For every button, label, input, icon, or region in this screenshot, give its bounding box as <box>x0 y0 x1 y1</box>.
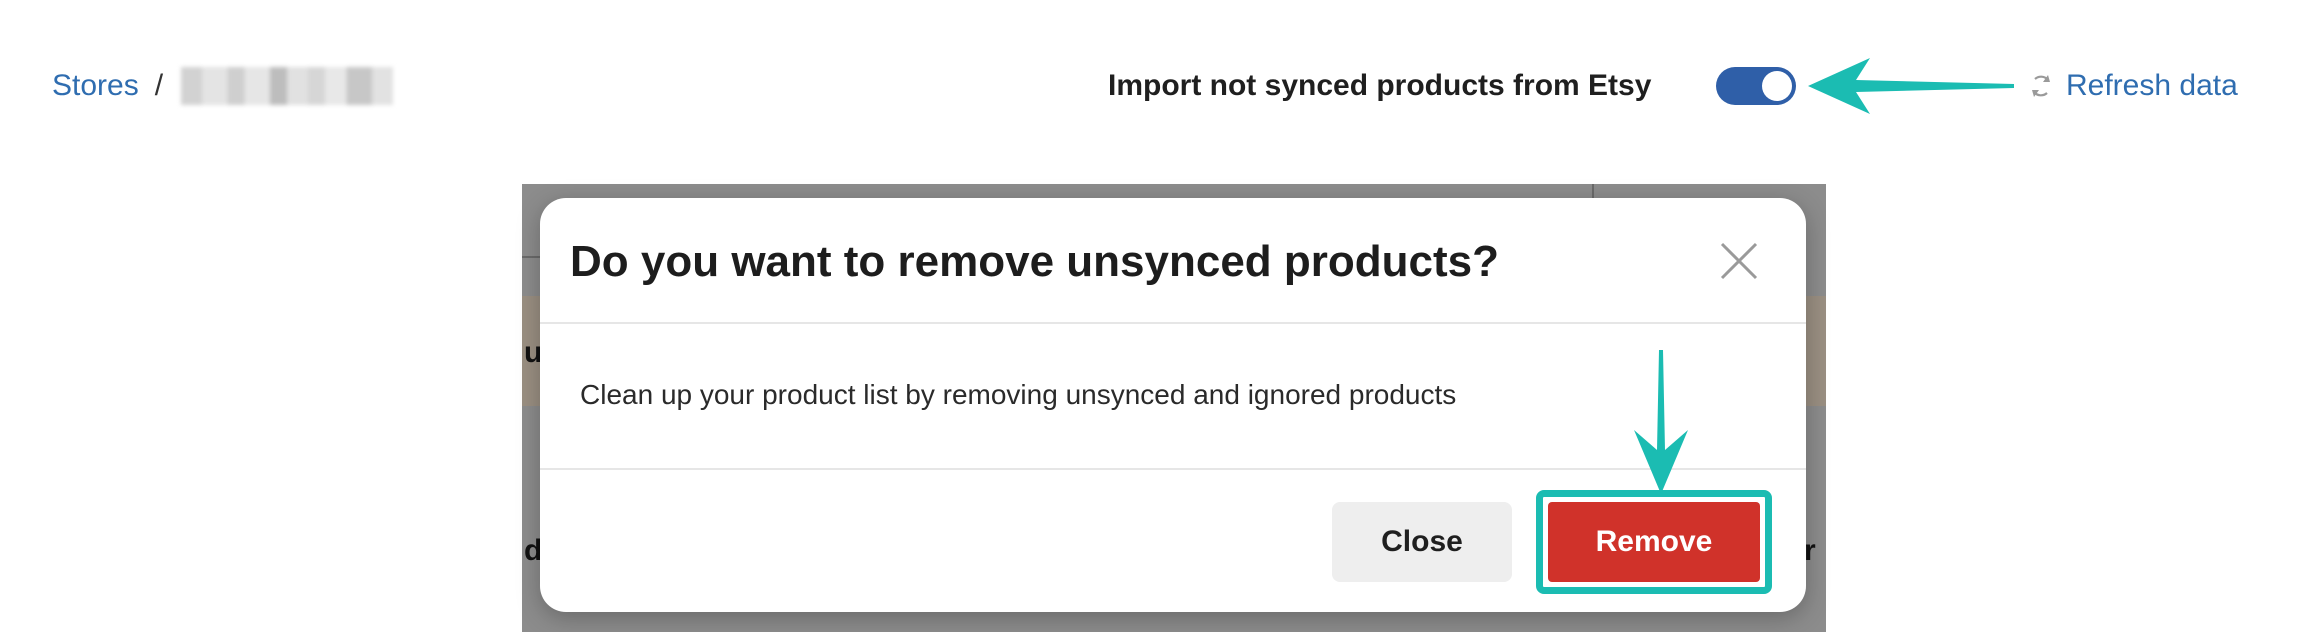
page: Stores / Import not synced products from… <box>0 0 2298 632</box>
background-divider <box>522 256 542 258</box>
close-button[interactable]: Close <box>1332 502 1512 582</box>
breadcrumb-separator: / <box>154 69 164 102</box>
modal-header: Do you want to remove unsynced products? <box>540 198 1806 324</box>
refresh-icon <box>2032 75 2050 97</box>
import-toggle-label: Import not synced products from Etsy <box>1108 69 1652 102</box>
breadcrumb-stores-link[interactable]: Stores <box>52 66 139 106</box>
modal-title: Do you want to remove unsynced products? <box>570 237 1500 286</box>
modal-message: Clean up your product list by removing u… <box>580 379 1457 410</box>
import-toggle[interactable] <box>1716 67 1796 105</box>
refresh-data-button[interactable]: Refresh data <box>2026 66 2238 106</box>
breadcrumb: Stores / <box>52 66 394 106</box>
modal-body: Clean up your product list by removing u… <box>540 324 1806 470</box>
arrow-down-icon <box>1634 350 1688 494</box>
remove-unsynced-modal: Do you want to remove unsynced products?… <box>540 198 1806 612</box>
refresh-data-label: Refresh data <box>2066 69 2238 102</box>
toggle-knob <box>1762 71 1792 101</box>
remove-button[interactable]: Remove <box>1548 502 1760 582</box>
close-icon[interactable] <box>1716 238 1762 284</box>
arrow-left-icon <box>1808 58 2014 114</box>
breadcrumb-store-name-redacted <box>181 67 394 105</box>
